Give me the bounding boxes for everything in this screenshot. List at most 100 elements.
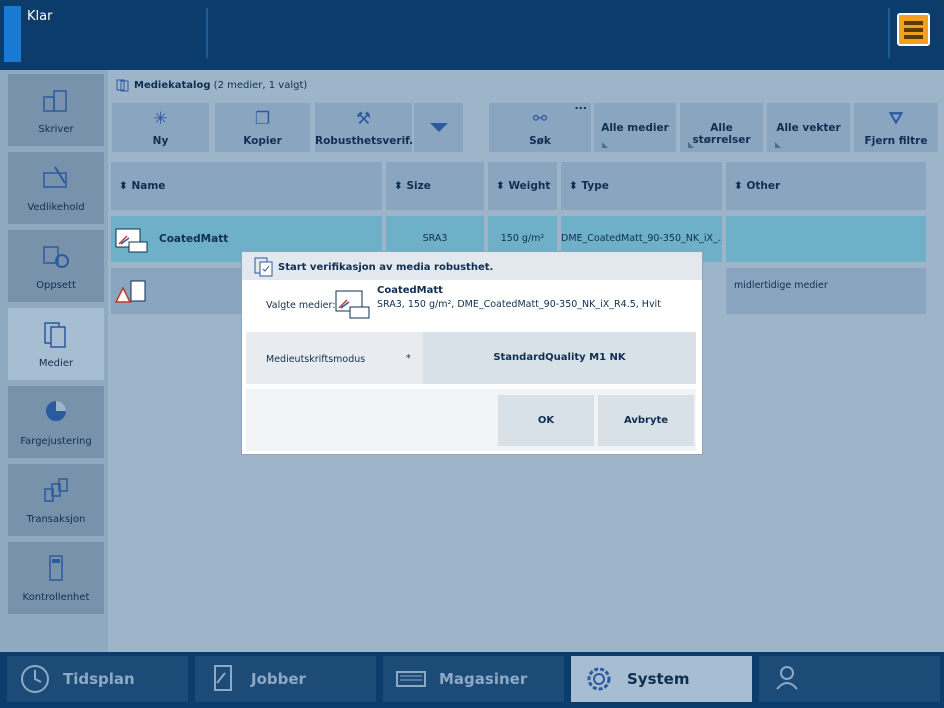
tab-tidsplan[interactable]: Tidsplan xyxy=(7,656,188,702)
other-value: midlertidige medier xyxy=(734,280,828,291)
sidebar-item-kontrollenhet[interactable]: Kontrollenhet xyxy=(8,542,104,614)
column-header-label: Weight xyxy=(508,180,551,192)
selected-media-label: Valgte medier: xyxy=(266,300,336,311)
all-weights-filter[interactable]: Alle vekter xyxy=(767,103,850,152)
all-media-label: Alle medier xyxy=(601,122,669,134)
robustness-button-label: Robusthetsverif... xyxy=(315,135,412,147)
sidebar-item-label: Transaksjon xyxy=(26,514,86,525)
all-media-filter[interactable]: Alle medier xyxy=(594,103,676,152)
sidebar-item-label: Vedlikehold xyxy=(27,202,85,213)
user-key-icon xyxy=(776,666,798,690)
tab-user[interactable] xyxy=(759,656,940,702)
menu-bar-icon xyxy=(904,28,923,32)
transaction-icon xyxy=(44,478,68,502)
chevron-down-icon xyxy=(430,123,448,132)
new-button-label: Ny xyxy=(152,135,169,147)
media-sheet-icon xyxy=(115,228,148,253)
sidebar-item-skriver[interactable]: Skriver xyxy=(8,74,104,146)
divider xyxy=(206,8,208,58)
cancel-button[interactable]: Avbryte xyxy=(598,395,694,446)
dropdown-corner-icon xyxy=(602,142,608,148)
trays-icon xyxy=(396,671,426,687)
sidebar: Skriver Vedlikehold Oppsett Medier Farge… xyxy=(0,70,108,652)
required-mark: * xyxy=(406,353,411,364)
sidebar-item-transaksjon[interactable]: Transaksjon xyxy=(8,464,104,536)
column-header-other[interactable]: ⬍ Other xyxy=(726,162,926,210)
selected-media-name: CoatedMatt xyxy=(377,285,443,296)
column-header-weight[interactable]: ⬍ Weight xyxy=(488,162,557,210)
all-sizes-filter[interactable]: Alle størrelser xyxy=(680,103,763,152)
sidebar-item-label: Kontrollenhet xyxy=(22,592,90,603)
copy-button[interactable]: ❐ Kopier xyxy=(215,103,310,152)
sidebar-item-label: Medier xyxy=(38,358,74,369)
cell-other xyxy=(726,216,926,262)
new-button[interactable]: ✳ Ny xyxy=(112,103,209,152)
search-button[interactable]: ... ⚯ Søk xyxy=(489,99,591,152)
remove-filters-button[interactable]: ⛛ Fjern filtre xyxy=(854,103,938,152)
search-button-label: Søk xyxy=(529,135,551,147)
media-sheet-icon xyxy=(335,290,370,319)
sparkle-icon: ✳ xyxy=(153,109,168,129)
maintenance-icon xyxy=(43,166,67,188)
status-text: Klar xyxy=(27,9,53,24)
jobs-icon xyxy=(214,665,232,691)
print-mode-label: Medieutskriftsmodus xyxy=(266,354,366,365)
dialog-title: Start verifikasjon av media robusthet. xyxy=(278,262,494,273)
sidebar-item-label: Oppsett xyxy=(36,280,76,291)
controller-icon xyxy=(49,555,63,581)
copy-button-label: Kopier xyxy=(243,135,282,147)
all-weights-label: Alle vekter xyxy=(776,122,841,134)
column-header-name[interactable]: ⬍ Name xyxy=(111,162,382,210)
dropdown-corner-icon xyxy=(688,142,694,148)
column-header-label: Type xyxy=(581,180,609,192)
binoculars-icon: ⚯ xyxy=(532,109,548,129)
tab-jobber[interactable]: Jobber xyxy=(195,656,376,702)
top-bar xyxy=(0,0,944,70)
menu-bar-icon xyxy=(904,21,923,25)
column-header-label: Size xyxy=(406,180,431,192)
dropdown-corner-icon xyxy=(775,142,781,148)
divider xyxy=(888,8,890,58)
remove-filters-label: Fjern filtre xyxy=(864,135,928,147)
sidebar-item-label: Skriver xyxy=(38,124,74,135)
robustness-verify-button[interactable]: ⚒ Robusthetsverif... xyxy=(315,103,412,152)
more-dropdown-button[interactable] xyxy=(414,103,463,152)
sidebar-item-label: Fargejustering xyxy=(20,436,92,447)
sidebar-item-vedlikehold[interactable]: Vedlikehold xyxy=(8,152,104,224)
menu-bar-icon xyxy=(904,35,923,39)
catalog-title-bar: Mediekatalog (2 medier, 1 valgt) xyxy=(108,74,944,96)
server-menu-button[interactable] xyxy=(897,13,930,46)
print-mode-select[interactable]: StandardQuality M1 NK xyxy=(423,332,696,384)
column-header-label: Name xyxy=(131,180,166,192)
tab-magasiner[interactable]: Magasiner xyxy=(383,656,564,702)
media-name: CoatedMatt xyxy=(159,233,229,245)
tab-label: Magasiner xyxy=(439,670,528,688)
setup-icon xyxy=(43,246,69,268)
status-indicator xyxy=(4,6,21,62)
tab-label: Jobber xyxy=(251,670,306,688)
media-icon xyxy=(44,322,66,348)
printer-icon xyxy=(43,90,67,112)
cell-other: midlertidige medier xyxy=(726,268,926,314)
hammer-icon: ⚒ xyxy=(355,109,372,129)
catalog-count: (2 medier, 1 valgt) xyxy=(213,80,308,91)
tab-system[interactable]: System xyxy=(571,656,752,702)
tab-label: System xyxy=(627,670,690,688)
color-adjust-icon xyxy=(46,401,66,421)
gear-icon xyxy=(587,667,611,691)
sidebar-item-medier[interactable]: Medier xyxy=(8,308,104,380)
column-header-type[interactable]: ⬍ Type xyxy=(561,162,722,210)
catalog-title: Mediekatalog xyxy=(134,80,211,91)
warning-media-icon xyxy=(115,280,146,303)
sidebar-item-fargejustering[interactable]: Fargejustering xyxy=(8,386,104,458)
selected-media-description: SRA3, 150 g/m², DME_CoatedMatt_90-350_NK… xyxy=(377,299,661,310)
robustness-verification-dialog: Start verifikasjon av media robusthet. V… xyxy=(241,251,703,455)
verify-media-icon xyxy=(254,257,273,277)
copy-icon: ❐ xyxy=(254,109,271,129)
ok-button[interactable]: OK xyxy=(498,395,594,446)
tab-label: Tidsplan xyxy=(63,670,135,688)
catalog-icon xyxy=(116,79,129,92)
column-header-size[interactable]: ⬍ Size xyxy=(386,162,484,210)
sidebar-item-oppsett[interactable]: Oppsett xyxy=(8,230,104,302)
more-options-icon: ... xyxy=(574,99,587,112)
